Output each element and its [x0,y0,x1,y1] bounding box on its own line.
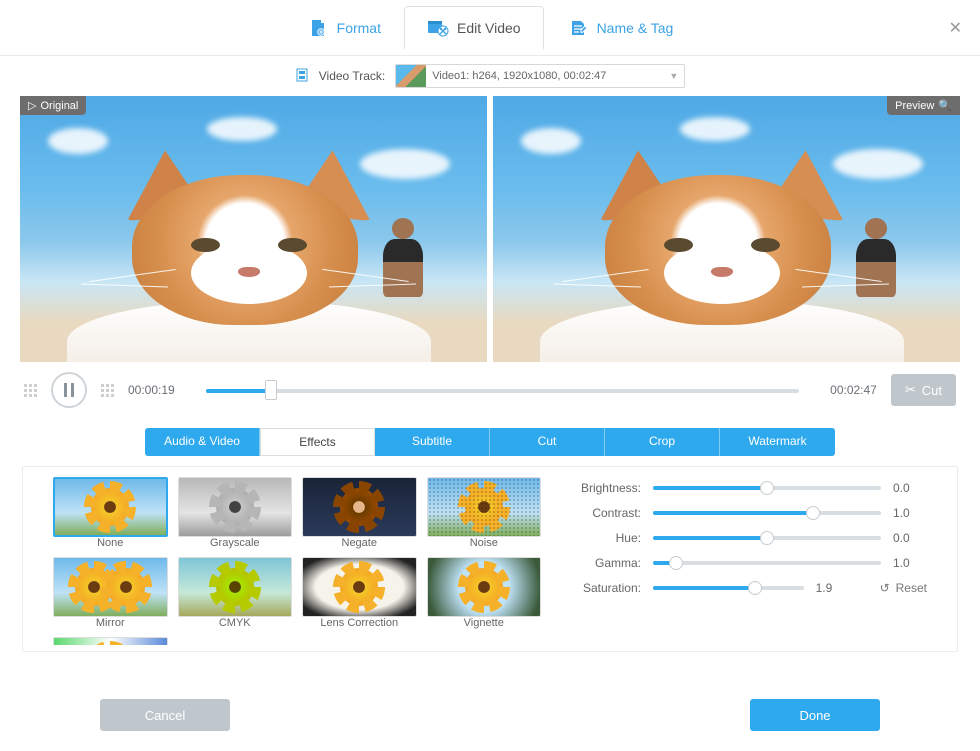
slider-label: Gamma: [565,556,641,570]
tab-format[interactable]: Format [284,6,404,50]
reset-button[interactable]: ↺ Reset [880,581,927,595]
subtab-cut[interactable]: Cut [490,428,605,456]
original-label: Original [40,100,78,112]
slider-contrast: Contrast: 1.0 [565,506,927,520]
hue-slider[interactable] [653,536,881,540]
effect-mirror[interactable]: Mirror [53,557,168,629]
effect-label: Lens Correction [302,617,417,629]
effect-grayscale[interactable]: Grayscale [178,477,293,549]
video-track-select[interactable]: Video1: h264, 1920x1080, 00:02:47 ▼ [395,64,685,88]
film-icon [295,68,309,85]
cut-label: Cut [922,383,942,398]
subtab-subtitle[interactable]: Subtitle [375,428,490,456]
name-tag-icon [567,17,589,39]
effect-label: CMYK [178,617,293,629]
top-tab-bar: Format Edit Video Name & Tag ✕ [0,0,980,56]
slider-value: 1.0 [893,556,927,570]
slider-label: Saturation: [565,581,641,595]
preview-badge: Preview 🔍 [887,96,960,115]
video-track-label: Video Track: [319,69,385,83]
slider-value: 1.9 [816,581,850,595]
edit-subtabs: Audio & Video Effects Subtitle Cut Crop … [0,428,980,456]
effects-panel: None Grayscale Negate Noise Mirror CMYK [22,466,958,652]
done-button[interactable]: Done [750,699,880,731]
current-time: 00:00:19 [128,383,192,397]
subtab-crop[interactable]: Crop [605,428,720,456]
total-time: 00:02:47 [813,383,877,397]
subtab-watermark[interactable]: Watermark [720,428,835,456]
slider-label: Contrast: [565,506,641,520]
tab-format-label: Format [337,20,381,36]
brightness-slider[interactable] [653,486,881,490]
original-badge: ▷ Original [20,96,86,115]
preview-area: ▷ Original Preview 🔍 [0,96,980,362]
tab-name-tag-label: Name & Tag [597,20,674,36]
format-icon [307,17,329,39]
effect-negate[interactable]: Negate [302,477,417,549]
cancel-button[interactable]: Cancel [100,699,230,731]
video-track-value: Video1: h264, 1920x1080, 00:02:47 [432,70,606,82]
original-pane [20,96,487,362]
footer-buttons: Cancel Done [0,699,980,731]
effect-label: Noise [427,537,542,549]
playback-bar: 00:00:19 00:02:47 ✂ Cut [0,362,980,422]
reset-label: Reset [896,581,927,595]
effect-vignette[interactable]: Vignette [427,557,542,629]
grip-left-icon[interactable] [24,384,37,397]
subtab-audio-video[interactable]: Audio & Video [145,428,260,456]
gamma-slider[interactable] [653,561,881,565]
chevron-down-icon: ▼ [669,71,678,81]
subtab-effects[interactable]: Effects [260,428,375,456]
contrast-slider[interactable] [653,511,881,515]
slider-value: 0.0 [893,481,927,495]
slider-label: Brightness: [565,481,641,495]
preview-pane [493,96,960,362]
effect-label: None [53,537,168,549]
effects-grid-scroll[interactable]: None Grayscale Negate Noise Mirror CMYK [53,477,547,645]
slider-saturation: Saturation: 1.9 ↺ Reset [565,581,927,595]
slider-label: Hue: [565,531,641,545]
effect-cmyk[interactable]: CMYK [178,557,293,629]
cut-button[interactable]: ✂ Cut [891,374,956,406]
effect-label: Negate [302,537,417,549]
slider-value: 1.0 [893,506,927,520]
video-track-row: Video Track: Video1: h264, 1920x1080, 00… [0,56,980,96]
effect-none[interactable]: None [53,477,168,549]
slider-gamma: Gamma: 1.0 [565,556,927,570]
pause-button[interactable] [51,372,87,408]
effect-noise[interactable]: Noise [427,477,542,549]
slider-brightness: Brightness: 0.0 [565,481,927,495]
grip-right-icon[interactable] [101,384,114,397]
magnifier-icon: 🔍 [938,99,952,112]
slider-hue: Hue: 0.0 [565,531,927,545]
tab-edit-video-label: Edit Video [457,20,521,36]
tab-edit-video[interactable]: Edit Video [404,6,544,50]
saturation-slider[interactable] [653,586,804,590]
preview-label: Preview [895,100,934,112]
effect-label: Grayscale [178,537,293,549]
adjustment-sliders: Brightness: 0.0 Contrast: 1.0 Hue: 0.0 G… [565,477,927,645]
reset-icon: ↺ [880,581,890,595]
slider-value: 0.0 [893,531,927,545]
edit-video-icon [427,17,449,39]
play-triangle-icon: ▷ [28,99,36,112]
effect-lens-correction[interactable]: Lens Correction [302,557,417,629]
tab-name-tag[interactable]: Name & Tag [544,6,697,50]
close-icon[interactable]: ✕ [949,18,962,38]
scissors-icon: ✂ [905,382,916,398]
effect-label: Vignette [427,617,542,629]
effect-extra-row[interactable] [53,637,168,645]
track-thumbnail [396,65,426,87]
effect-label: Mirror [53,617,168,629]
timeline-scrubber[interactable] [206,381,799,399]
